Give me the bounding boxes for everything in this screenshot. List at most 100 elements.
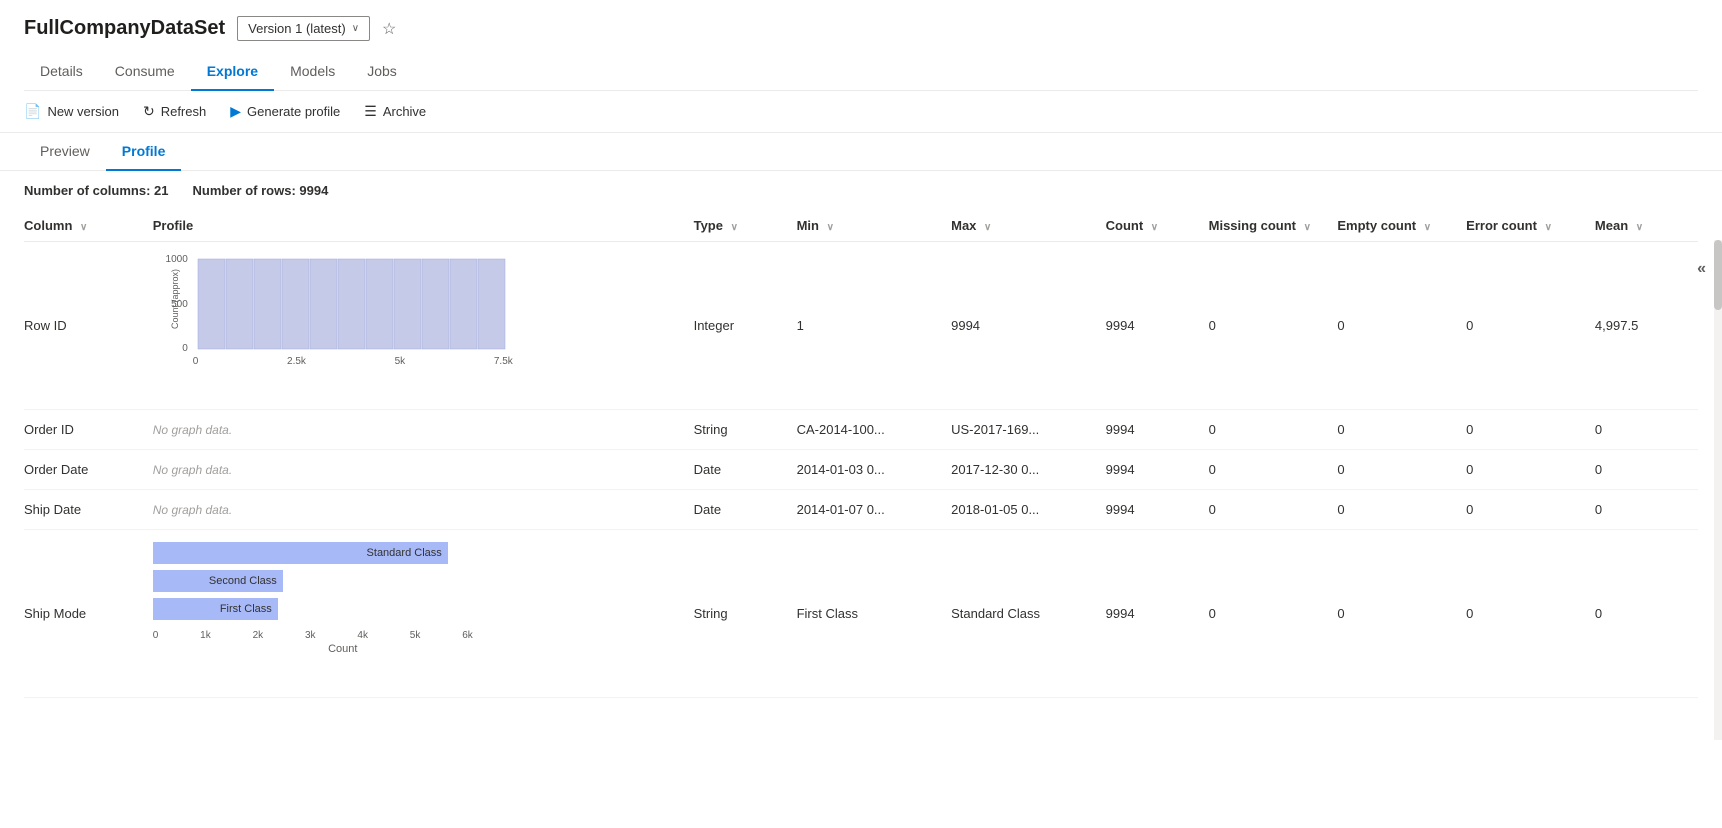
cell-error: 0 <box>1466 410 1595 450</box>
col-header-min[interactable]: Min ∨ <box>797 210 952 242</box>
bar-row-second: Second Class <box>153 570 533 592</box>
toolbar: 📄 New version ↻ Refresh ▶ Generate profi… <box>0 91 1722 133</box>
cell-count: 9994 <box>1106 530 1209 698</box>
cell-type: Integer <box>694 242 797 410</box>
bar-row-standard: Standard Class <box>153 542 533 564</box>
tab-consume[interactable]: Consume <box>99 53 191 91</box>
scrollbar-thumb[interactable] <box>1714 240 1722 310</box>
col-header-missing[interactable]: Missing count ∨ <box>1209 210 1338 242</box>
cell-column: Row ID <box>24 242 153 410</box>
scrollbar-track[interactable] <box>1714 240 1722 698</box>
tab-explore[interactable]: Explore <box>191 53 274 91</box>
refresh-icon: ↻ <box>143 103 155 120</box>
cell-profile: 1000 500 0 Count (approx) <box>153 242 694 410</box>
favorite-icon[interactable]: ☆ <box>382 19 396 39</box>
cell-count: 9994 <box>1106 490 1209 530</box>
cell-profile: No graph data. <box>153 410 694 450</box>
archive-button[interactable]: ☰ Archive <box>364 103 426 120</box>
col-header-error[interactable]: Error count ∨ <box>1466 210 1595 242</box>
cell-empty: 0 <box>1337 410 1466 450</box>
bar-x-axis-label: Count <box>328 643 357 655</box>
new-version-icon: 📄 <box>24 103 41 120</box>
refresh-label: Refresh <box>161 104 207 119</box>
columns-label: Number of columns: <box>24 183 154 198</box>
table-row: Row ID 1000 500 0 Count (approx) <box>24 242 1698 410</box>
cell-mean: 0 <box>1595 410 1698 450</box>
col-header-column[interactable]: Column ∨ <box>24 210 153 242</box>
col-header-type[interactable]: Type ∨ <box>694 210 797 242</box>
min-sort-icon: ∨ <box>827 222 834 233</box>
cell-error: 0 <box>1466 490 1595 530</box>
cell-empty: 0 <box>1337 530 1466 698</box>
cell-min: 2014-01-03 0... <box>797 450 952 490</box>
mean-sort-icon: ∨ <box>1636 222 1643 233</box>
bar-x-6k: 6k <box>462 630 473 641</box>
cell-type: String <box>694 410 797 450</box>
no-graph-label: No graph data. <box>153 463 232 477</box>
col-header-count[interactable]: Count ∨ <box>1106 210 1209 242</box>
cell-column: Ship Date <box>24 490 153 530</box>
x-label-75k: 7.5k <box>494 356 513 367</box>
count-sort-icon: ∨ <box>1151 222 1158 233</box>
empty-sort-icon: ∨ <box>1424 222 1431 233</box>
cell-count: 9994 <box>1106 410 1209 450</box>
bar-x-3k: 3k <box>305 630 316 641</box>
no-graph-label: No graph data. <box>153 423 232 437</box>
col-header-mean[interactable]: Mean ∨ <box>1595 210 1698 242</box>
cell-missing: 0 <box>1209 242 1338 410</box>
cell-column: Order ID <box>24 410 153 450</box>
y-axis-label: Count (approx) <box>170 269 180 329</box>
max-sort-icon: ∨ <box>984 222 991 233</box>
bar-x-4k: 4k <box>357 630 368 641</box>
cell-profile: No graph data. <box>153 490 694 530</box>
tab-preview[interactable]: Preview <box>24 133 106 171</box>
profile-table: Column ∨ Profile Type ∨ Min ∨ Max ∨ Coun… <box>24 210 1698 698</box>
y-label-0: 0 <box>182 343 188 354</box>
cell-mean: 4,997.5 <box>1595 242 1698 410</box>
table-row: Order ID No graph data. String CA-2014-1… <box>24 410 1698 450</box>
version-dropdown[interactable]: Version 1 (latest) ∨ <box>237 16 370 41</box>
tab-profile[interactable]: Profile <box>106 133 182 171</box>
table-row: Ship Date No graph data. Date 2014-01-07… <box>24 490 1698 530</box>
cell-type: String <box>694 530 797 698</box>
generate-profile-label: Generate profile <box>247 104 340 119</box>
cell-min: First Class <box>797 530 952 698</box>
bar-row-first: First Class <box>153 598 533 620</box>
missing-sort-icon: ∨ <box>1304 222 1311 233</box>
refresh-button[interactable]: ↻ Refresh <box>143 103 206 120</box>
tab-models[interactable]: Models <box>274 53 351 91</box>
collapse-button[interactable]: « <box>1697 260 1706 278</box>
x-label-0: 0 <box>193 356 199 367</box>
generate-profile-icon: ▶ <box>230 103 241 120</box>
tab-jobs[interactable]: Jobs <box>351 53 413 91</box>
archive-icon: ☰ <box>364 103 377 120</box>
cell-mean: 0 <box>1595 490 1698 530</box>
tab-details[interactable]: Details <box>24 53 99 91</box>
cell-mean: 0 <box>1595 450 1698 490</box>
cell-profile: No graph data. <box>153 450 694 490</box>
generate-profile-button[interactable]: ▶ Generate profile <box>230 103 340 120</box>
error-sort-icon: ∨ <box>1545 222 1552 233</box>
cell-count: 9994 <box>1106 242 1209 410</box>
cell-empty: 0 <box>1337 450 1466 490</box>
y-label-1000: 1000 <box>166 254 188 265</box>
histogram-chart <box>193 254 513 354</box>
data-table-container: Column ∨ Profile Type ∨ Min ∨ Max ∨ Coun… <box>0 210 1722 698</box>
cell-min: 1 <box>797 242 952 410</box>
archive-label: Archive <box>383 104 426 119</box>
cell-max: 2017-12-30 0... <box>951 450 1106 490</box>
cell-type: Date <box>694 450 797 490</box>
bar-x-0: 0 <box>153 630 159 641</box>
type-sort-icon: ∨ <box>731 222 738 233</box>
table-row: Order Date No graph data. Date 2014-01-0… <box>24 450 1698 490</box>
new-version-button[interactable]: 📄 New version <box>24 103 119 120</box>
x-label-25k: 2.5k <box>287 356 306 367</box>
bar-label-first: First Class <box>220 603 272 615</box>
sub-tabs: Preview Profile <box>0 133 1722 171</box>
cell-min: CA-2014-100... <box>797 410 952 450</box>
cell-max: 2018-01-05 0... <box>951 490 1106 530</box>
col-header-max[interactable]: Max ∨ <box>951 210 1106 242</box>
bar-label-second: Second Class <box>209 575 277 587</box>
cell-empty: 0 <box>1337 242 1466 410</box>
col-header-empty[interactable]: Empty count ∨ <box>1337 210 1466 242</box>
